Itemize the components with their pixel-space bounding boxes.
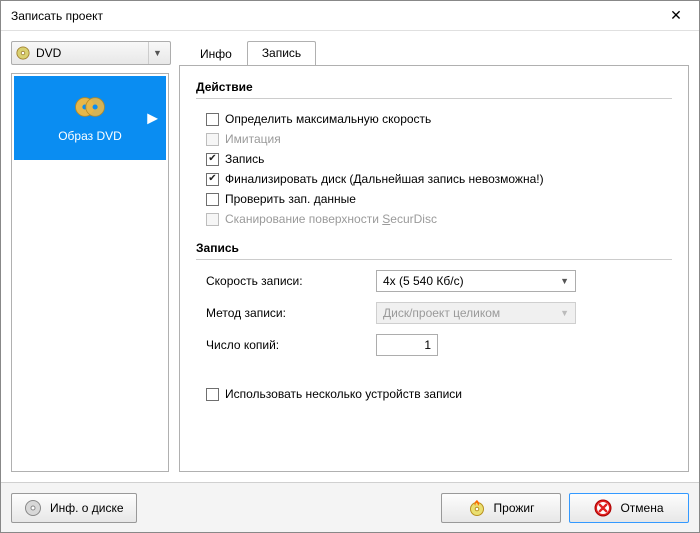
sidebar: Образ DVD ▶ <box>11 73 169 472</box>
check-finalize-row: ✔ Финализировать диск (Дальнейшая запись… <box>196 169 672 189</box>
burn-button[interactable]: Прожиг <box>441 493 561 523</box>
titlebar: Записать проект ✕ <box>1 1 699 31</box>
burn-label: Прожиг <box>494 501 535 515</box>
check-surface-scan-box <box>206 213 219 226</box>
tab-write[interactable]: Запись <box>247 41 316 66</box>
check-write-row: ✔ Запись <box>196 149 672 169</box>
sidebar-item-dvd-image[interactable]: Образ DVD ▶ <box>14 76 166 160</box>
method-select-value: Диск/проект целиком <box>383 306 500 320</box>
tabstrip: Инфо Запись <box>185 39 316 65</box>
method-label: Метод записи: <box>206 306 376 320</box>
section-write-title: Запись <box>196 241 672 260</box>
check-finalize-box[interactable]: ✔ <box>206 173 219 186</box>
speed-select-value: 4x (5 540 Кб/с) <box>383 274 464 288</box>
copies-cell: 1 <box>376 334 576 356</box>
check-write-box[interactable]: ✔ <box>206 153 219 166</box>
check-max-speed-box[interactable] <box>206 113 219 126</box>
drive-selector[interactable]: DVD ▼ <box>11 41 171 65</box>
cancel-button[interactable]: Отмена <box>569 493 689 523</box>
copies-label: Число копий: <box>206 338 376 352</box>
speed-select[interactable]: 4x (5 540 Кб/с) ▼ <box>376 270 576 292</box>
check-multi-recorder-row: Использовать несколько устройств записи <box>196 384 672 404</box>
toolbar-row: DVD ▼ Инфо Запись <box>1 31 699 65</box>
check-max-speed-row: Определить максимальную скорость <box>196 109 672 129</box>
disc-info-button[interactable]: Инф. о диске <box>11 493 137 523</box>
cancel-icon <box>594 499 612 517</box>
check-finalize-label: Финализировать диск (Дальнейшая запись н… <box>225 172 544 186</box>
speed-label: Скорость записи: <box>206 274 376 288</box>
close-button[interactable]: ✕ <box>653 1 699 31</box>
disc-info-icon <box>24 499 42 517</box>
cancel-label: Отмена <box>620 501 663 515</box>
disc-info-label: Инф. о диске <box>50 501 124 515</box>
check-simulate-label: Имитация <box>225 132 281 146</box>
copies-input[interactable]: 1 <box>376 334 438 356</box>
burn-project-dialog: Записать проект ✕ DVD ▼ Инфо Запись <box>0 0 700 533</box>
check-multi-recorder-box[interactable] <box>206 388 219 401</box>
check-multi-recorder-label: Использовать несколько устройств записи <box>225 387 462 401</box>
chevron-down-icon: ▼ <box>148 42 166 64</box>
check-verify-row: Проверить зап. данные <box>196 189 672 209</box>
footer: Инф. о диске Прожиг Отмена <box>1 482 699 532</box>
dvd-image-icon <box>73 93 107 121</box>
main-panel: Действие Определить максимальную скорост… <box>179 65 689 472</box>
method-select: Диск/проект целиком ▼ <box>376 302 576 324</box>
window-title: Записать проект <box>11 9 103 23</box>
check-surface-scan-label: Сканирование поверхности SecurDisc <box>225 212 437 226</box>
dialog-body: Образ DVD ▶ Действие Определить максимал… <box>1 65 699 482</box>
check-simulate-box <box>206 133 219 146</box>
drive-selector-value: DVD <box>36 46 142 60</box>
check-max-speed-label: Определить максимальную скорость <box>225 112 431 126</box>
check-surface-scan-row: Сканирование поверхности SecurDisc <box>196 209 672 229</box>
close-icon: ✕ <box>670 7 682 24</box>
check-verify-label: Проверить зап. данные <box>225 192 356 206</box>
burn-icon <box>468 499 486 517</box>
disc-icon <box>16 46 30 60</box>
play-icon: ▶ <box>147 110 158 127</box>
write-settings-grid: Скорость записи: 4x (5 540 Кб/с) ▼ Метод… <box>196 270 672 356</box>
section-action-title: Действие <box>196 80 672 99</box>
chevron-down-icon: ▼ <box>560 276 569 286</box>
check-verify-box[interactable] <box>206 193 219 206</box>
check-simulate-row: Имитация <box>196 129 672 149</box>
copies-value: 1 <box>424 338 431 352</box>
check-write-label: Запись <box>225 152 264 166</box>
tab-info[interactable]: Инфо <box>185 42 247 66</box>
sidebar-item-label: Образ DVD <box>58 129 122 143</box>
chevron-down-icon: ▼ <box>560 308 569 318</box>
